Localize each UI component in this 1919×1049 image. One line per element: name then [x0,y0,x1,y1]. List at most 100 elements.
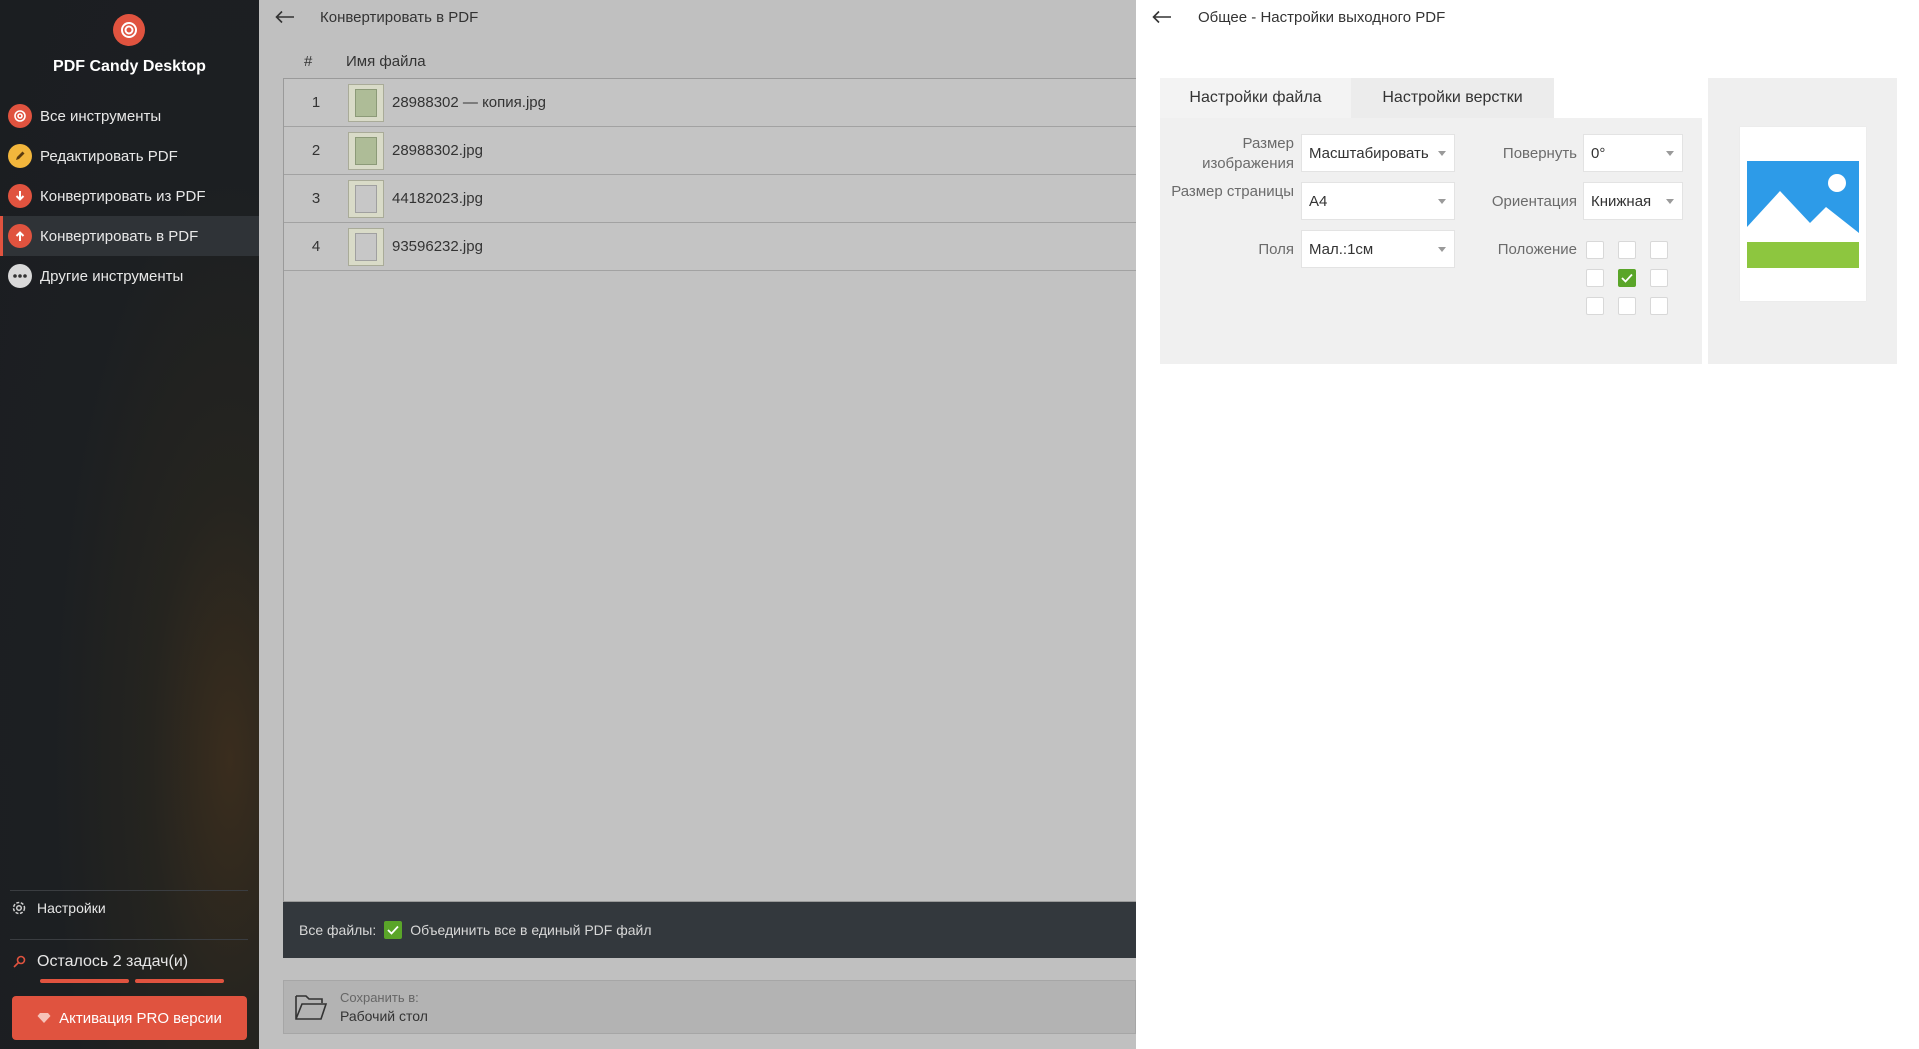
back-arrow-icon[interactable] [1152,6,1172,28]
table-row[interactable]: 3 44182023.jpg [284,175,1136,223]
sidebar-item-other-tools[interactable]: Другие инструменты [0,256,259,296]
file-thumbnail [348,179,384,218]
file-name: 93596232.jpg [392,238,483,255]
position-center[interactable] [1618,269,1636,287]
position-top-center[interactable] [1618,241,1636,259]
position-top-left[interactable] [1586,241,1604,259]
sidebar-divider [10,939,248,940]
chevron-down-icon [1438,199,1446,204]
file-number: 1 [311,94,321,111]
back-arrow-icon[interactable] [275,6,295,28]
sidebar-item-edit-pdf[interactable]: Редактировать PDF [0,136,259,176]
margins-select[interactable]: Мал.:1см [1301,230,1455,268]
sidebar-item-label: Другие инструменты [40,267,184,285]
settings-tabs: Настройки файла Настройки верстки [1160,78,1554,118]
output-settings-panel: Общее - Настройки выходного PDF Настройк… [1136,0,1919,1049]
file-name: 28988302.jpg [392,142,483,159]
sidebar-item-convert-to-pdf[interactable]: Конвертировать в PDF [0,216,259,256]
merge-checkbox[interactable] [384,921,403,939]
image-placeholder-icon [1747,161,1859,268]
position-bottom-right[interactable] [1650,297,1668,315]
chevron-down-icon [1438,151,1446,156]
chevron-down-icon [1666,151,1674,156]
sidebar-item-label: Редактировать PDF [40,147,178,165]
file-number: 4 [311,238,321,255]
table-row[interactable]: 2 28988302.jpg [284,127,1136,175]
file-number: 2 [311,142,321,159]
file-name: 44182023.jpg [392,190,483,207]
sidebar-item-label: Конвертировать из PDF [40,187,206,205]
folder-icon [294,992,328,1022]
app-title: PDF Candy Desktop [53,58,206,75]
file-list: 1 28988302 — копия.jpg 2 28988302.jpg 3 … [283,78,1136,902]
activate-pro-label: Активация PRO версии [59,1009,222,1027]
image-size-label: Размер изображения [1202,135,1294,172]
file-name: 28988302 — копия.jpg [392,94,546,111]
sidebar-divider [10,890,248,891]
task-slot [40,979,129,983]
all-files-label: Все файлы: [299,922,377,938]
position-middle-right[interactable] [1650,269,1668,287]
rotate-value: 0° [1591,144,1606,162]
margins-label: Поля [1258,241,1294,258]
file-thumbnail [348,83,384,122]
image-size-value: Масштабировать [1309,144,1429,162]
activate-pro-button[interactable]: Активация PRO версии [12,996,247,1040]
edit-pencil-icon [8,144,32,168]
tasks-label: Осталось 2 задач(и) [37,953,189,970]
sidebar-item-all-tools[interactable]: Все инструменты [0,96,259,136]
orientation-select[interactable]: Книжная [1583,182,1683,220]
chevron-down-icon [1666,199,1674,204]
merge-label: Объединить все в единый PDF файл [410,922,652,938]
convert-panel: Конвертировать в PDF # Имя файла 1 28988… [259,0,1136,1049]
image-size-select[interactable]: Масштабировать [1301,134,1455,172]
position-middle-left[interactable] [1586,269,1604,287]
tasks-remaining: Осталось 2 задач(и) [11,953,188,971]
arrow-down-icon [8,184,32,208]
sidebar-nav: Все инструменты Редактировать PDF Конвер… [0,96,259,296]
orientation-label: Ориентация [1491,193,1577,210]
table-row[interactable]: 1 28988302 — копия.jpg [284,79,1136,127]
margins-value: Мал.:1см [1309,240,1374,258]
settings-label: Настройки [37,900,106,916]
file-number: 3 [311,190,321,207]
position-bottom-center[interactable] [1618,297,1636,315]
settings-header: Общее - Настройки выходного PDF [1152,0,1445,34]
merge-bar: Все файлы: Объединить все в единый PDF ф… [283,902,1136,958]
layout-preview [1708,78,1897,364]
task-slot [135,979,224,983]
tab-file-settings[interactable]: Настройки файла [1160,78,1351,118]
sidebar: PDF Candy Desktop Все инструменты Редакт… [0,0,259,1049]
all-tools-icon [8,104,32,128]
settings-link[interactable]: Настройки [11,900,106,916]
diamond-icon [37,1012,51,1024]
position-top-right[interactable] [1650,241,1668,259]
table-row[interactable]: 4 93596232.jpg [284,223,1136,271]
position-grid [1586,241,1668,315]
gear-icon [11,900,27,916]
rotate-label: Повернуть [1502,145,1577,162]
save-to-value: Рабочий стол [340,1008,428,1024]
candy-tasks-icon [11,954,27,970]
column-header-filename: Имя файла [346,53,426,70]
sidebar-item-convert-from-pdf[interactable]: Конвертировать из PDF [0,176,259,216]
arrow-up-icon [8,224,32,248]
settings-title: Общее - Настройки выходного PDF [1198,8,1446,26]
save-to-label: Сохранить в: [340,990,419,1005]
page-title: Конвертировать в PDF [320,8,479,26]
sidebar-item-label: Конвертировать в PDF [40,227,199,245]
position-bottom-left[interactable] [1586,297,1604,315]
file-thumbnail [348,227,384,266]
position-label: Положение [1497,241,1577,258]
layout-settings-form: Размер изображения Масштабировать Размер… [1160,118,1702,364]
save-location[interactable]: Сохранить в: Рабочий стол [283,980,1136,1034]
more-dots-icon [8,264,32,288]
sidebar-item-label: Все инструменты [40,107,162,125]
tab-layout-settings[interactable]: Настройки верстки [1351,78,1554,118]
convert-header: Конвертировать в PDF [259,0,1136,34]
page-size-select[interactable]: A4 [1301,182,1455,220]
preview-page [1740,127,1866,301]
rotate-select[interactable]: 0° [1583,134,1683,172]
candy-logo-icon [113,14,145,46]
page-size-value: A4 [1309,192,1328,210]
